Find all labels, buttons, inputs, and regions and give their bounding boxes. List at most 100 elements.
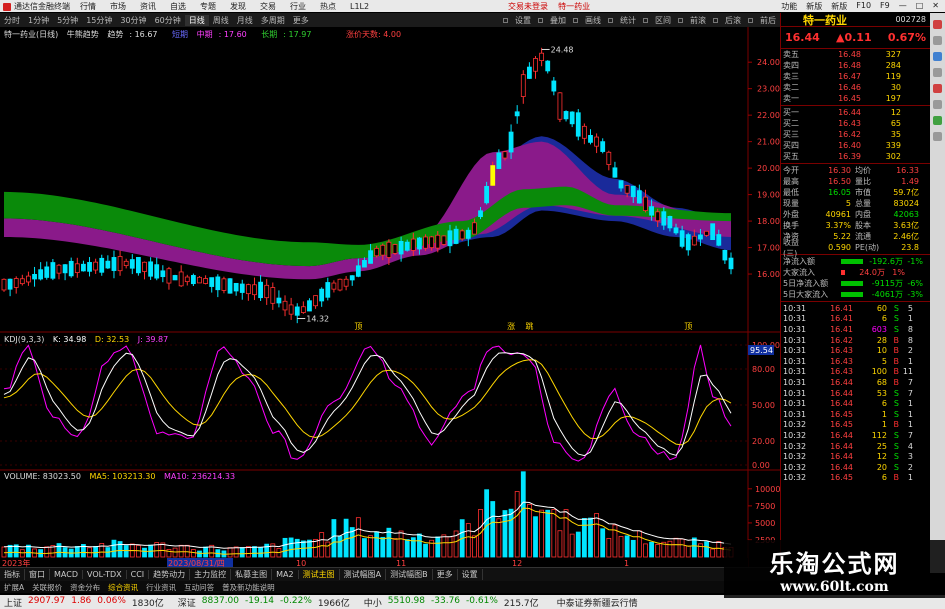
toolbar-tool[interactable]: 统计 [616, 15, 640, 26]
volume-bar [557, 530, 563, 558]
candle [551, 80, 557, 92]
period-tab[interactable]: 5分钟 [53, 15, 82, 26]
title-control[interactable]: 功能 [781, 1, 797, 12]
tick-count: 1 [907, 420, 913, 430]
period-tab[interactable]: 周线 [209, 15, 233, 26]
candle [502, 151, 508, 159]
info-sub-tab[interactable]: 关联报价 [28, 582, 66, 593]
index-quote[interactable]: 中小 5510.98 -33.76 -0.61% 215.7亿 [364, 596, 539, 609]
alert-icon[interactable] [933, 20, 942, 29]
title-control[interactable]: □ [916, 1, 924, 12]
tick-volume: 5 [881, 356, 887, 366]
period-tab[interactable]: 多周期 [257, 15, 289, 26]
chart-icon[interactable] [933, 84, 942, 93]
settings-icon[interactable] [933, 132, 942, 141]
title-control[interactable]: F10 [856, 1, 871, 12]
indicator-tab[interactable]: VOL-TDX [83, 570, 127, 579]
menu-item[interactable]: 行业 [290, 2, 306, 11]
menu-item[interactable]: 专题 [200, 2, 216, 11]
app-logo-icon [3, 2, 11, 11]
toolbar-tool[interactable]: 区间 [651, 15, 675, 26]
candle [520, 74, 526, 97]
bid-row[interactable]: 买三 16.42 35 [781, 129, 930, 140]
volume-bar [636, 530, 642, 558]
volume-bar [355, 517, 361, 558]
toolbar-tool[interactable]: 后滚 [721, 15, 745, 26]
info-sub-tab[interactable]: 互动问答 [180, 582, 218, 593]
toolbar-tool[interactable]: 叠加 [546, 15, 570, 26]
period-tab[interactable]: 更多 [289, 15, 313, 26]
indicator-tab[interactable]: 窗口 [25, 569, 50, 580]
period-tab[interactable]: 30分钟 [116, 15, 150, 26]
info-sub-tab[interactable]: 资金分布 [66, 582, 104, 593]
tick-list[interactable]: 10:31 16.41 60 S 5 10:31 16.41 6 S 1 10:31 16.41 603… [781, 303, 930, 483]
ask-row[interactable]: 卖四 16.48 284 [781, 60, 930, 71]
info-icon[interactable] [933, 52, 942, 61]
ask-row[interactable]: 卖二 16.46 30 [781, 82, 930, 93]
toolbar-tool[interactable]: 画线 [581, 15, 605, 26]
bid-row[interactable]: 买五 16.39 302 [781, 151, 930, 162]
menu-item[interactable]: 交易 [260, 2, 276, 11]
toolbar-tool[interactable]: 前滚 [686, 15, 710, 26]
grid-icon[interactable] [933, 68, 942, 77]
menu-item[interactable]: 发现 [230, 2, 246, 11]
period-tab[interactable]: 1分钟 [24, 15, 53, 26]
indicator-tab[interactable]: 趋势动力 [149, 569, 191, 580]
index-quote[interactable]: 上证 2907.97 1.86 0.06% 1830亿 [4, 596, 164, 609]
index-quote[interactable]: 深证 8837.00 -19.14 -0.22% 1966亿 [178, 596, 350, 609]
volume-bar [502, 510, 508, 558]
chart-area[interactable]: 24.00 23.00 22.00 21.00 20.00 19.00 18.00 17.00… [0, 27, 780, 568]
toolbar-tool[interactable]: 前后 [756, 15, 780, 26]
indicator-tab[interactable]: MACD [50, 570, 83, 579]
list-icon[interactable] [933, 36, 942, 45]
login-notice[interactable]: 交易未登录 特一药业 [508, 1, 590, 12]
info-sub-tab[interactable]: 扩展A [0, 582, 28, 593]
indicator-tab[interactable]: 私募主图 [231, 569, 273, 580]
title-control[interactable]: F9 [880, 1, 890, 12]
menu-item[interactable]: 市场 [110, 2, 126, 11]
menu-item[interactable]: L1L2 [350, 2, 369, 11]
menu-item[interactable]: 热点 [320, 2, 336, 11]
indicator-tab[interactable]: 主力监控 [190, 569, 232, 580]
indicator-tab[interactable]: 测试幅图B [386, 569, 433, 580]
indicator-tab[interactable]: 更多 [433, 569, 458, 580]
indicator-tab[interactable]: 设置 [458, 569, 483, 580]
indicator-tab[interactable]: MA2 [272, 570, 299, 579]
info-sub-tab[interactable]: 普及新功能说明 [218, 582, 279, 593]
candle [123, 260, 129, 266]
toolbar-icon [608, 17, 613, 23]
candle [429, 236, 435, 249]
ask-row[interactable]: 卖三 16.47 119 [781, 71, 930, 82]
flow-icon[interactable] [933, 116, 942, 125]
ask-row[interactable]: 卖一 16.45 197 [781, 93, 930, 104]
period-tab[interactable]: 月线 [233, 15, 257, 26]
menu-item[interactable]: 自选 [170, 2, 186, 11]
indicator-tab[interactable]: CCI [127, 570, 150, 579]
menu-item[interactable]: 资讯 [140, 2, 156, 11]
note-icon[interactable] [933, 100, 942, 109]
chart-canvas[interactable]: 24.00 23.00 22.00 21.00 20.00 19.00 18.00 17.00… [0, 27, 780, 568]
info-sub-tab[interactable]: 综合资讯 [104, 582, 142, 593]
indicator-tab[interactable]: 测试幅图A [340, 569, 387, 580]
period-tab[interactable]: 60分钟 [151, 15, 185, 26]
bid-row[interactable]: 买四 16.40 339 [781, 140, 930, 151]
title-control[interactable]: 新版 [806, 1, 822, 12]
bid-row[interactable]: 买一 16.44 12 [781, 107, 930, 118]
title-control[interactable]: ✕ [932, 1, 939, 12]
candle [496, 152, 502, 169]
indicator-tab[interactable]: 测试主图 [299, 569, 340, 580]
menu-item[interactable]: 行情 [80, 2, 96, 11]
title-control[interactable]: 新版 [831, 1, 847, 12]
period-tab[interactable]: 分时 [0, 15, 24, 26]
indicator-tab[interactable]: 指标 [0, 569, 25, 580]
ask-row[interactable]: 卖五 16.48 327 [781, 49, 930, 60]
volume-bar [123, 545, 129, 558]
index-name: 中小 [363, 598, 382, 609]
bid-row[interactable]: 买二 16.43 65 [781, 118, 930, 129]
title-control[interactable]: — [899, 1, 907, 12]
info-sub-tab[interactable]: 行业资讯 [142, 582, 180, 593]
period-tab[interactable]: 日线 [184, 14, 209, 26]
volume-bar [643, 543, 648, 558]
period-tab[interactable]: 15分钟 [82, 15, 116, 26]
toolbar-tool[interactable]: 设置 [511, 15, 535, 26]
